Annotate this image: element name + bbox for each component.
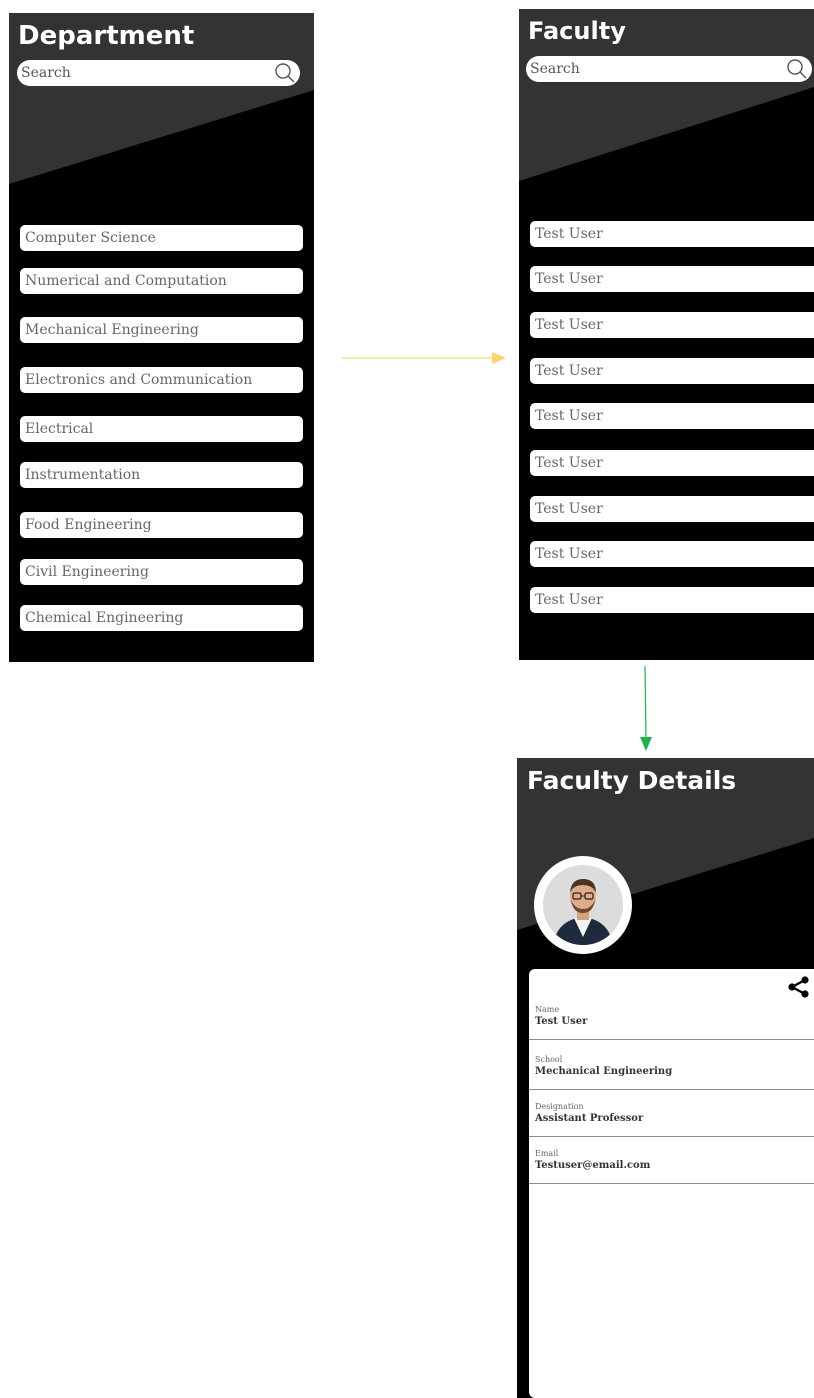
field-value: Mechanical Engineering [535,1066,673,1077]
list-item-label: Test User [535,408,603,424]
list-item-label: Computer Science [25,230,156,246]
list-item-label: Numerical and Computation [25,273,227,289]
profile-photo [543,865,623,945]
list-item-department[interactable]: Mechanical Engineering [20,317,303,343]
list-item-department[interactable]: Electrical [20,416,303,442]
list-item-label: Electronics and Communication [25,372,253,388]
search-icon[interactable] [786,58,808,80]
person-icon [543,865,623,945]
list-item-faculty[interactable]: Test User [530,221,814,247]
arrow-down-icon [640,666,652,751]
list-item-label: Test User [535,592,603,608]
list-item-label: Test User [535,226,603,242]
faculty-screen: Faculty Search Test User Test User Test … [519,9,814,660]
list-item-label: Civil Engineering [25,564,149,580]
list-item-label: Mechanical Engineering [25,322,199,338]
page-title: Faculty [528,17,626,45]
search-placeholder: Search [21,65,71,81]
list-item-label: Test User [535,455,603,471]
list-item-faculty[interactable]: Test User [530,403,814,429]
list-item-faculty[interactable]: Test User [530,358,814,384]
field-email: Email Testuser@email.com [529,1147,814,1184]
list-item-faculty[interactable]: Test User [530,587,814,613]
list-item-department[interactable]: Numerical and Computation [20,268,303,294]
list-item-faculty[interactable]: Test User [530,266,814,292]
search-icon[interactable] [274,62,296,84]
list-item-faculty[interactable]: Test User [530,496,814,522]
list-item-department[interactable]: Computer Science [20,225,303,251]
field-school: School Mechanical Engineering [529,1053,814,1090]
list-item-label: Test User [535,546,603,562]
list-item-label: Electrical [25,421,94,437]
list-item-department[interactable]: Civil Engineering [20,559,303,585]
list-item-faculty[interactable]: Test User [530,312,814,338]
list-item-department[interactable]: Instrumentation [20,462,303,488]
field-label: Name [535,1005,560,1014]
search-input[interactable]: Search [17,60,300,86]
avatar [534,856,632,954]
field-label: School [535,1055,563,1064]
faculty-details-screen: Faculty Details Name Test User School Me… [517,758,814,1398]
field-value: Test User [535,1016,588,1027]
list-item-department[interactable]: Electronics and Communication [20,367,303,393]
list-item-label: Test User [535,501,603,517]
list-item-faculty[interactable]: Test User [530,541,814,567]
field-value: Assistant Professor [535,1113,644,1124]
share-icon[interactable] [786,975,810,999]
field-value: Testuser@email.com [535,1160,651,1171]
search-placeholder: Search [530,61,580,77]
field-label: Designation [535,1102,584,1111]
field-label: Email [535,1149,559,1158]
search-input[interactable]: Search [526,56,812,82]
field-designation: Designation Assistant Professor [529,1100,814,1137]
page-title: Department [18,21,195,51]
list-item-label: Food Engineering [25,517,152,533]
list-item-label: Chemical Engineering [25,610,184,626]
list-item-department[interactable]: Chemical Engineering [20,605,303,631]
list-item-faculty[interactable]: Test User [530,450,814,476]
page-title: Faculty Details [527,766,737,795]
list-item-label: Test User [535,317,603,333]
list-item-label: Test User [535,271,603,287]
list-item-department[interactable]: Food Engineering [20,512,303,538]
list-item-label: Test User [535,363,603,379]
field-name: Name Test User [529,1003,814,1040]
department-screen: Department Search Computer Science Numer… [9,13,314,662]
details-card: Name Test User School Mechanical Enginee… [529,969,814,1398]
list-item-label: Instrumentation [25,467,141,483]
arrow-right-icon [342,352,506,364]
